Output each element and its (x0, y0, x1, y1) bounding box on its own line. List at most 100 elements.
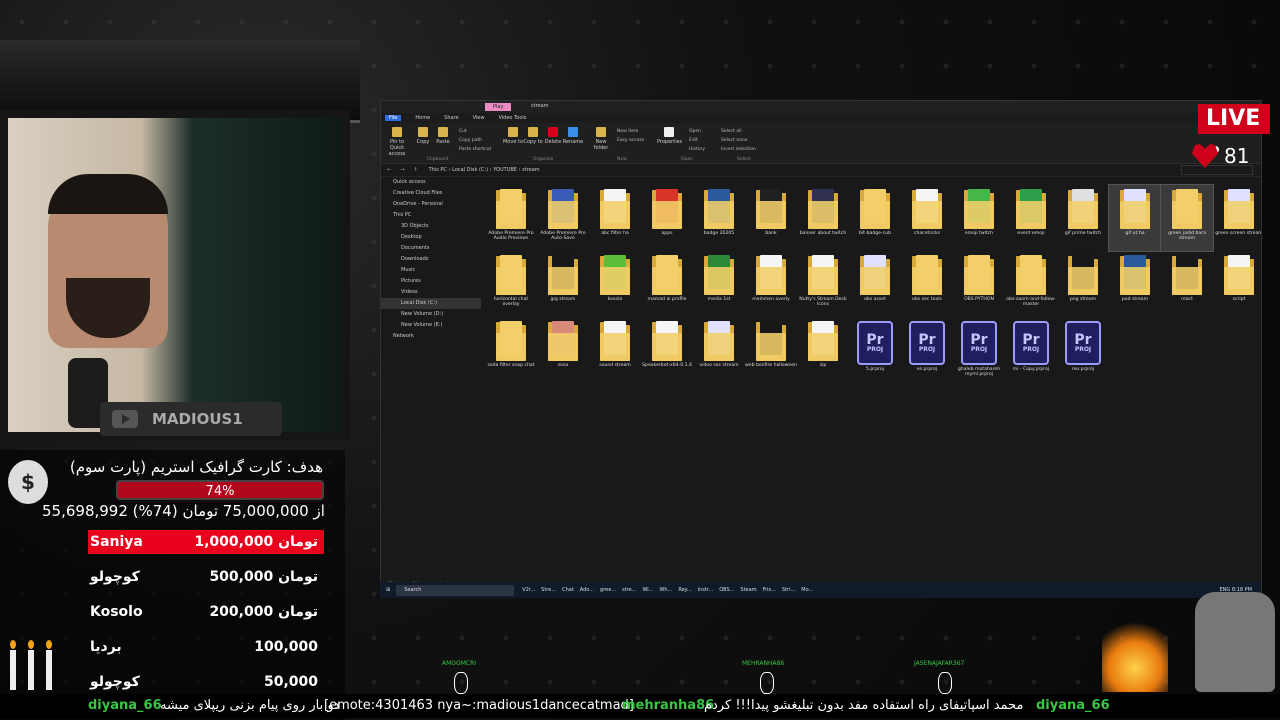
folder-item[interactable]: seda filter snap chat (485, 317, 537, 383)
project-file[interactable]: Pr PROJ 5.prproj (849, 317, 901, 383)
taskbar-app[interactable]: Rey... (678, 587, 691, 593)
folder-item[interactable]: pod stream (1109, 251, 1161, 317)
nav-item[interactable]: New Volume (D:) (381, 309, 481, 320)
properties-button[interactable]: Properties (657, 127, 682, 145)
edit-button[interactable]: Edit (689, 138, 698, 143)
taskbar-app[interactable]: Chat (562, 587, 574, 593)
nav-item[interactable]: Desktop (381, 232, 481, 243)
back-arrow-icon[interactable]: ← (387, 167, 391, 173)
pin-quick-access-button[interactable]: Pin to Quick access (385, 127, 409, 157)
folder-item[interactable]: mamad ai profile (641, 251, 693, 317)
address-bar[interactable]: ← → ↑ This PC › Local Disk (C:) › YOUTUB… (381, 164, 1261, 177)
nav-item[interactable]: 3D Objects (381, 221, 481, 232)
taskbar-app[interactable]: stre... (622, 587, 636, 593)
select-none-button[interactable]: Select none (721, 138, 748, 143)
folder-item[interactable]: Speakerbot-x64-0.1.4 (641, 317, 693, 383)
folder-item[interactable]: OBS.PYTHON (953, 251, 1005, 317)
nav-item[interactable]: Creative Cloud Files (381, 188, 481, 199)
folder-item[interactable]: react (1161, 251, 1213, 317)
folder-item[interactable]: event emoji (1005, 185, 1057, 251)
taskbar-app[interactable]: Mo... (801, 587, 813, 593)
manage-tab[interactable]: Play (485, 103, 512, 111)
folder-item[interactable]: zip (797, 317, 849, 383)
open-button[interactable]: Open (689, 129, 701, 134)
nav-item[interactable]: This PC (381, 210, 481, 221)
folder-item[interactable]: script (1213, 251, 1261, 317)
taskbar-app[interactable]: V2r... (522, 587, 535, 593)
invert-selection-button[interactable]: Invert selection (721, 147, 756, 152)
folder-item[interactable]: video sec stream (693, 317, 745, 383)
taskbar-search[interactable]: Search (396, 584, 515, 596)
nav-item[interactable]: Downloads (381, 254, 481, 265)
folder-item[interactable]: badge 20205 (693, 185, 745, 251)
folder-item[interactable]: Nutty's Stream Deck Icons (797, 251, 849, 317)
nav-item[interactable]: Documents (381, 243, 481, 254)
folder-item[interactable]: bank (745, 185, 797, 251)
folder-item[interactable]: gif prime twitch (1057, 185, 1109, 251)
taskbar-app[interactable]: OBS... (719, 587, 734, 593)
paste-button[interactable]: Paste (431, 127, 455, 145)
taskbar-app[interactable]: Fris... (763, 587, 776, 593)
project-file[interactable]: Pr PROJ reo.prproj (1057, 317, 1109, 383)
project-file[interactable]: Pr PROJ mi - Copy.prproj (1005, 317, 1057, 383)
nav-item[interactable]: OneDrive - Personal (381, 199, 481, 210)
folder-item[interactable]: Adobe Premiere Pro Audio Previews (485, 185, 537, 251)
forward-arrow-icon[interactable]: → (400, 167, 404, 173)
taskbar-app[interactable]: Stri... (782, 587, 795, 593)
tab-view[interactable]: View (473, 115, 485, 121)
nav-item[interactable]: Videos (381, 287, 481, 298)
nav-item[interactable]: Network (381, 331, 481, 342)
folder-item[interactable]: chacetricks (901, 185, 953, 251)
nav-item[interactable]: New Volume (E:) (381, 320, 481, 331)
nav-item[interactable]: Music (381, 265, 481, 276)
project-file[interactable]: Pr PROJ ghaleb motahareh reyml.prproj (953, 317, 1005, 383)
nav-item[interactable]: Pictures (381, 276, 481, 287)
folder-item[interactable]: kosolo (589, 251, 641, 317)
folder-item[interactable]: gif ut ha (1108, 184, 1162, 252)
breadcrumb[interactable]: This PC › Local Disk (C:) › YOUTUBE › st… (429, 167, 540, 173)
taskbar-app[interactable]: Steam (740, 587, 756, 593)
project-file[interactable]: Pr PROJ es.prproj (901, 317, 953, 383)
new-item-button[interactable]: New item (617, 129, 638, 134)
select-all-button[interactable]: Select all (721, 129, 742, 134)
folder-item[interactable]: png stream (1057, 251, 1109, 317)
history-button[interactable]: History (689, 147, 705, 152)
folder-item[interactable]: web bonfire halloween (745, 317, 797, 383)
folder-item[interactable]: horizontal chat overlay (485, 251, 537, 317)
copy-path-button[interactable]: Copy path (459, 138, 482, 143)
folder-item[interactable]: green screen stream (1213, 185, 1261, 251)
taskbar-app[interactable]: Wh... (659, 587, 672, 593)
new-folder-button[interactable]: New folder (589, 127, 613, 151)
nav-item[interactable]: Local Disk (C:) (381, 298, 481, 309)
taskbar-app[interactable]: gree... (600, 587, 616, 593)
taskbar-app[interactable]: Stre... (541, 587, 556, 593)
nav-item[interactable]: Quick access (381, 177, 481, 188)
folder-item[interactable]: sound stream (589, 317, 641, 383)
file-explorer-window[interactable]: Play stream File Home Share View Video T… (380, 100, 1262, 598)
folder-item[interactable]: obs-zoom-and-follow-master (1005, 251, 1057, 317)
cut-button[interactable]: Cut (459, 129, 467, 134)
folder-item[interactable]: media 1st (693, 251, 745, 317)
taskbar-app[interactable]: instr... (698, 587, 714, 593)
taskbar-app[interactable]: Ado... (580, 587, 594, 593)
folder-item[interactable]: banner about twitch (797, 185, 849, 251)
folder-item[interactable]: Adobe Premiere Pro Auto-Save (537, 185, 589, 251)
easy-access-button[interactable]: Easy access (617, 138, 644, 143)
folder-item[interactable]: obs asset (849, 251, 901, 317)
tab-share[interactable]: Share (444, 115, 458, 121)
taskbar-app[interactable]: Wi... (642, 587, 653, 593)
paste-shortcut-button[interactable]: Paste shortcut (459, 147, 491, 152)
rename-button[interactable]: Rename (561, 127, 585, 145)
tab-video-tools[interactable]: Video Tools (498, 115, 526, 121)
folder-item[interactable]: meinmen overly (745, 251, 797, 317)
folder-item[interactable]: emoji twitch (953, 185, 1005, 251)
folder-item[interactable]: jpg stream (537, 251, 589, 317)
folder-item[interactable]: abc filter ha (589, 185, 641, 251)
tab-file[interactable]: File (385, 115, 402, 121)
folder-item[interactable]: apps (641, 185, 693, 251)
folder-item[interactable]: sosa (537, 317, 589, 383)
tab-home[interactable]: Home (415, 115, 430, 121)
windows-start-icon[interactable]: ⊞ (386, 587, 390, 593)
folder-item[interactable]: bit-badge-cub (849, 185, 901, 251)
folder-item[interactable]: green jadid bara stream (1160, 184, 1214, 252)
